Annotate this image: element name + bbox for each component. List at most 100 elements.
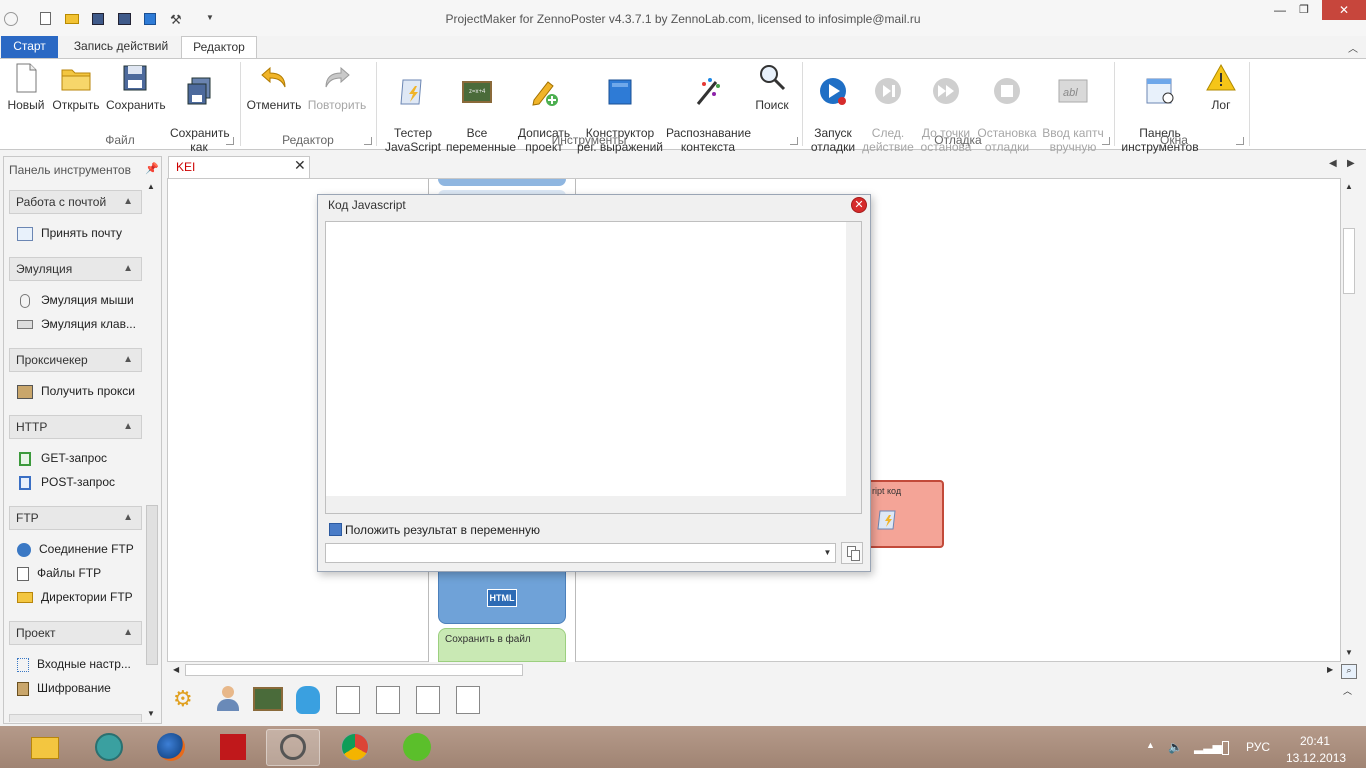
- robot-icon[interactable]: [296, 686, 320, 714]
- variables-board-icon[interactable]: [253, 687, 283, 711]
- save-button[interactable]: Сохранить: [106, 62, 166, 112]
- pin-icon[interactable]: 📌: [145, 162, 159, 175]
- javascript-code-block[interactable]: ript код: [862, 480, 944, 548]
- dialog-close-button[interactable]: ✕: [851, 197, 867, 213]
- close-window-button[interactable]: ✕: [1322, 0, 1366, 20]
- svg-text:z=x+4: z=x+4: [469, 89, 486, 95]
- tab-start[interactable]: Старт: [1, 36, 58, 58]
- post-request-icon: [19, 475, 31, 490]
- debug-group-launcher[interactable]: [1102, 137, 1110, 145]
- result-variable-combobox[interactable]: [325, 543, 836, 563]
- maximize-button[interactable]: ❐: [1294, 0, 1314, 22]
- toolbox-item-label: Соединение FTP: [39, 542, 134, 556]
- canvas-horizontal-scrollbar[interactable]: ◀ ▶: [167, 662, 1341, 678]
- zoom-icon[interactable]: ⌕: [1341, 664, 1357, 679]
- user-icon[interactable]: [214, 684, 242, 714]
- category-ftp-label: FTP: [16, 511, 39, 525]
- scroll-down-icon[interactable]: ▼: [1345, 648, 1353, 657]
- document-list-icon[interactable]: [336, 686, 360, 714]
- store-result-checkbox[interactable]: [329, 523, 342, 536]
- taskbar-downloader[interactable]: [82, 729, 136, 766]
- windows-group-launcher[interactable]: [1236, 137, 1244, 145]
- toolbox-item-input-settings[interactable]: Входные настр...: [17, 655, 131, 675]
- taskbar-explorer[interactable]: [18, 729, 72, 766]
- envelope-icon: [17, 226, 33, 241]
- toolbox-item-ftp-directories[interactable]: Директории FTP: [17, 588, 133, 608]
- open-button[interactable]: Открыть: [50, 62, 102, 112]
- copy-button[interactable]: [841, 542, 863, 564]
- html-action-block[interactable]: HTML: [438, 570, 566, 624]
- collapse-ribbon-icon[interactable]: ︿: [1348, 40, 1358, 55]
- clock-date[interactable]: 13.12.2013: [1286, 751, 1346, 765]
- scroll-right-icon[interactable]: ▶: [1327, 665, 1333, 674]
- language-indicator[interactable]: РУС: [1246, 740, 1270, 754]
- scroll-down-icon[interactable]: ▼: [147, 709, 155, 718]
- category-ftp[interactable]: FTP ▲: [9, 506, 142, 530]
- toolbox-item-ftp-connection[interactable]: Соединение FTP: [17, 540, 134, 560]
- battery-icon[interactable]: [1222, 741, 1229, 755]
- save-as-icon: [187, 77, 211, 105]
- folder-icon: [31, 737, 59, 759]
- toolbox-item-keyboard-emulation[interactable]: Эмуляция клав...: [17, 315, 136, 335]
- category-mail[interactable]: Работа с почтой ▲: [9, 190, 142, 214]
- disk-icon: [123, 65, 147, 91]
- category-http[interactable]: HTTP ▲: [9, 415, 142, 439]
- chevron-down-icon[interactable]: ▼: [820, 544, 835, 562]
- code-vertical-scrollbar[interactable]: [846, 222, 861, 513]
- toolbox-item-post-request[interactable]: POST-запрос: [17, 473, 115, 493]
- toolbox-item-get-request[interactable]: GET-запрос: [17, 449, 107, 469]
- taskbar-icq[interactable]: [390, 729, 444, 766]
- code-horizontal-scrollbar[interactable]: [326, 496, 846, 513]
- volume-icon[interactable]: 🔈: [1168, 740, 1183, 754]
- toolbox-item-label: Получить прокси: [41, 384, 136, 398]
- minimize-button[interactable]: —: [1270, 0, 1290, 22]
- editor-group-launcher[interactable]: [364, 137, 372, 145]
- expand-up-icon[interactable]: ︿: [1343, 684, 1352, 697]
- category-emulation[interactable]: Эмуляция ▲: [9, 257, 142, 281]
- toolbox-scroll-thumb[interactable]: [146, 505, 158, 665]
- scroll-up-icon[interactable]: ▲: [147, 182, 155, 191]
- toolbox-item-encryption[interactable]: Шифрование: [17, 679, 111, 699]
- taskbar-firefox[interactable]: [144, 729, 198, 766]
- close-tab-icon[interactable]: ✕: [294, 157, 306, 174]
- action-block-partial[interactable]: [438, 179, 566, 186]
- tab-scroll-left-icon[interactable]: ◀: [1329, 158, 1337, 169]
- tab-editor[interactable]: Редактор: [181, 36, 257, 59]
- scroll-up-icon[interactable]: ▲: [1345, 182, 1353, 191]
- undo-button[interactable]: Отменить: [246, 62, 302, 112]
- javascript-code-editor[interactable]: [325, 221, 862, 514]
- log-button[interactable]: Лог: [1204, 62, 1238, 112]
- tab-record-actions[interactable]: Запись действий: [68, 36, 174, 58]
- new-button[interactable]: Новый: [6, 62, 46, 112]
- toolbox-item-mouse-emulation[interactable]: Эмуляция мыши: [17, 291, 134, 311]
- toolbox-item-receive-mail[interactable]: Принять почту: [17, 224, 122, 244]
- toolbox-item-ftp-files[interactable]: Файлы FTP: [17, 564, 101, 584]
- search-button[interactable]: Поиск: [752, 62, 792, 112]
- canvas-vertical-scrollbar[interactable]: ▲ ▼: [1341, 178, 1357, 662]
- category-proxychecker[interactable]: Проксичекер ▲: [9, 348, 142, 372]
- log-label: Лог: [1211, 98, 1231, 112]
- clock-time[interactable]: 20:41: [1300, 734, 1330, 748]
- redo-button[interactable]: Повторить: [306, 62, 368, 112]
- signal-icon[interactable]: ▂▃▅: [1194, 740, 1222, 754]
- projectmaker-icon: [280, 734, 306, 760]
- document-list-icon[interactable]: [416, 686, 440, 714]
- file-group-launcher[interactable]: [226, 137, 234, 145]
- canvas-hscroll-thumb[interactable]: [185, 664, 523, 676]
- taskbar-chrome[interactable]: [328, 729, 382, 766]
- tray-expand-icon[interactable]: ▲: [1146, 740, 1155, 750]
- scroll-left-icon[interactable]: ◀: [173, 665, 179, 674]
- gears-icon[interactable]: ⚙: [173, 686, 203, 712]
- document-list-icon[interactable]: [376, 686, 400, 714]
- document-list-icon[interactable]: [456, 686, 480, 714]
- tab-scroll-right-icon[interactable]: ▶: [1347, 158, 1355, 169]
- save-to-file-block[interactable]: Сохранить в файл: [438, 628, 566, 662]
- toolbox-item-get-proxy[interactable]: Получить прокси: [17, 382, 135, 402]
- tools-group-launcher[interactable]: [790, 137, 798, 145]
- toolbox-scrollbar[interactable]: ▲ ▼: [145, 182, 160, 722]
- undo-label: Отменить: [246, 98, 302, 112]
- taskbar-projectmaker[interactable]: [266, 729, 320, 766]
- canvas-vscroll-thumb[interactable]: [1343, 228, 1355, 294]
- category-project[interactable]: Проект ▲: [9, 621, 142, 645]
- taskbar-acrobat[interactable]: [206, 729, 260, 766]
